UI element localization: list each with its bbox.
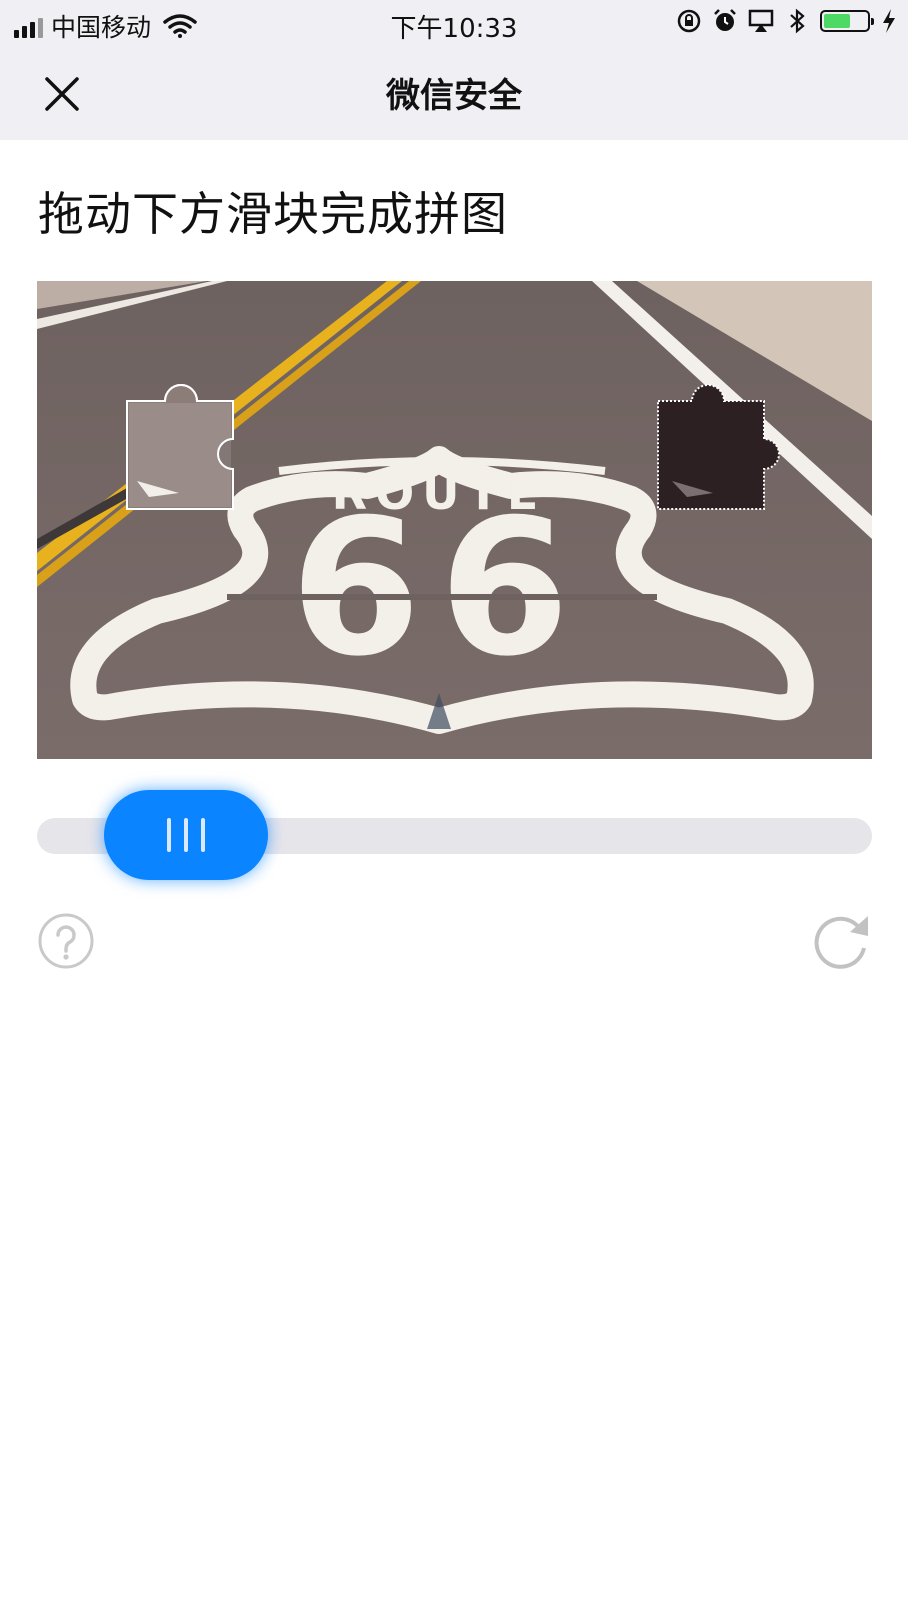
nav-bar: 微信安全 (0, 46, 908, 140)
puzzle-target-slot (657, 384, 780, 510)
page-title: 微信安全 (386, 76, 522, 116)
slider-handle[interactable] (104, 790, 268, 880)
bluetooth-icon (790, 8, 805, 34)
road-image: ROUTE 66 (37, 281, 872, 759)
grip-line (201, 818, 205, 852)
help-icon[interactable] (37, 912, 95, 970)
charging-bolt-icon (883, 9, 895, 33)
captcha-image: ROUTE 66 (37, 281, 872, 759)
grip-line (167, 818, 171, 852)
status-bar: 中国移动 下午10:33 (0, 0, 908, 46)
orientation-lock-icon (677, 9, 701, 33)
battery-icon (820, 10, 874, 32)
captcha-instruction: 拖动下方滑块完成拼图 (38, 187, 508, 241)
grip-line (184, 818, 188, 852)
sixty-six-text: 66 (290, 479, 588, 698)
status-right (676, 8, 898, 34)
refresh-icon[interactable] (812, 910, 874, 972)
airplay-icon (748, 9, 774, 32)
alarm-icon (714, 9, 736, 31)
puzzle-piece[interactable] (126, 384, 234, 510)
